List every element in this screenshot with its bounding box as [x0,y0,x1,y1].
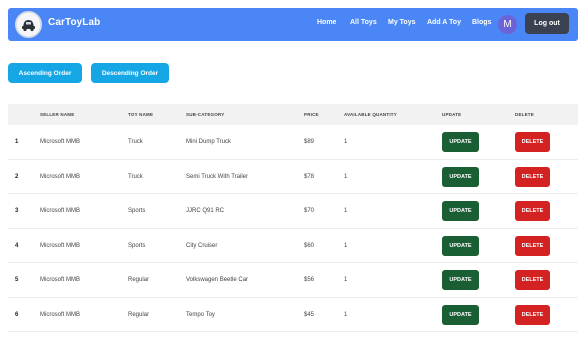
update-button[interactable]: UPDATE [442,166,479,187]
delete-button[interactable]: DELETE [515,201,550,221]
user-avatar[interactable]: M [498,15,517,34]
row-index: 1 [15,139,19,145]
seller-name: Microsoft MMB [40,277,81,283]
toy-name: Regular [128,277,150,283]
ascending-order-button[interactable]: Ascending Order [8,63,82,83]
table-row: 5 Microsoft MMB Regular Volkswagen Beetl… [8,263,578,298]
row-index: 3 [15,208,19,214]
sub-category: Mini Dump Truck [186,139,232,145]
brand-logo[interactable] [15,11,42,38]
sub-category: Semi Truck With Trailer [186,173,249,180]
nav-link-blogs[interactable]: Blogs [472,19,491,26]
sub-category: Tempo Toy [186,311,215,318]
update-button[interactable]: UPDATE [442,132,479,152]
table-row: 2 Microsoft MMB Truck Semi Truck With Tr… [8,160,578,194]
header-sub-category: SUB-CATEGORY [186,112,225,117]
header-delete: DELETE [515,112,534,117]
toys-table: SELLER NAME TOY NAME SUB-CATEGORY PRICE … [8,104,578,332]
header-available-quantity: AVAILABLE QUANTITY [344,112,397,117]
table-row: 1 Microsoft MMB Truck Mini Dump Truck $8… [8,125,578,160]
price: $45 [304,311,315,318]
toy-name: Truck [128,173,143,180]
car-logo-icon [17,13,40,36]
update-button[interactable]: UPDATE [442,201,479,221]
row-index: 5 [15,277,19,283]
delete-button[interactable]: DELETE [515,132,550,152]
header-price: PRICE [304,112,319,117]
price: $70 [304,208,315,214]
toy-name: Sports [128,242,146,249]
price: $89 [304,139,315,145]
delete-button[interactable]: DELETE [515,166,550,187]
seller-name: Microsoft MMB [40,139,81,145]
table-row: 4 Microsoft MMB Sports City Cruiser $60 … [8,229,578,263]
sub-category: City Cruiser [186,242,218,249]
sub-category: Volkswagen Beetle Car [186,277,249,283]
seller-name: Microsoft MMB [40,242,81,249]
toy-name: Sports [128,208,146,214]
update-button[interactable]: UPDATE [442,235,479,256]
price: $56 [304,277,315,283]
available-quantity: 1 [344,173,348,180]
update-button[interactable]: UPDATE [442,270,479,290]
seller-name: Microsoft MMB [40,173,81,180]
price: $78 [304,173,315,180]
available-quantity: 1 [344,139,348,145]
available-quantity: 1 [344,242,348,249]
row-index: 6 [15,311,19,318]
navbar: CarToyLab Home All Toys My Toys Add A To… [8,8,578,41]
nav-link-home[interactable]: Home [317,19,336,26]
delete-button[interactable]: DELETE [515,270,550,290]
nav-link-add-a-toy[interactable]: Add A Toy [427,19,461,26]
update-button[interactable]: UPDATE [442,304,479,325]
header-update: UPDATE [442,112,462,117]
sub-category: JJRC Q91 RC [186,208,225,214]
brand-name[interactable]: CarToyLab [48,17,100,28]
descending-order-button[interactable]: Descending Order [91,63,169,83]
row-index: 4 [15,242,19,249]
header-toy-name: TOY NAME [128,112,154,117]
seller-name: Microsoft MMB [40,208,81,214]
logout-button[interactable]: Log out [525,13,569,34]
available-quantity: 1 [344,311,348,318]
seller-name: Microsoft MMB [40,311,81,318]
available-quantity: 1 [344,208,348,214]
available-quantity: 1 [344,277,348,283]
nav-link-my-toys[interactable]: My Toys [388,19,416,26]
table-row: 6 Microsoft MMB Regular Tempo Toy $45 1 … [8,298,578,332]
table-header: SELLER NAME TOY NAME SUB-CATEGORY PRICE … [8,104,578,125]
header-seller-name: SELLER NAME [40,112,75,117]
price: $60 [304,242,315,249]
row-index: 2 [15,173,19,180]
table-row: 3 Microsoft MMB Sports JJRC Q91 RC $70 1… [8,194,578,229]
nav-link-all-toys[interactable]: All Toys [350,19,377,26]
toy-name: Truck [128,139,143,145]
delete-button[interactable]: DELETE [515,304,550,325]
toy-name: Regular [128,311,150,318]
delete-button[interactable]: DELETE [515,235,550,256]
